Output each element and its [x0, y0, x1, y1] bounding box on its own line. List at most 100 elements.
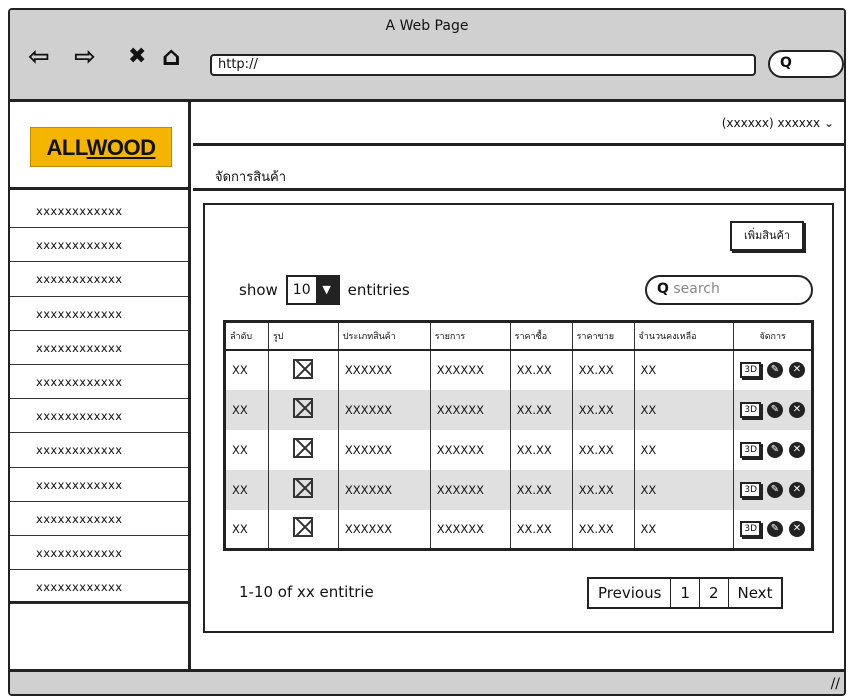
col-header[interactable]: ราคาขาย [571, 321, 635, 351]
table-cell: XX.XX [571, 469, 635, 510]
row-actions: 3D ✎ ✕ [733, 349, 813, 390]
close-icon[interactable]: ✖ [128, 44, 146, 70]
edit-icon[interactable]: ✎ [767, 481, 783, 498]
view-3d-button[interactable]: 3D [740, 441, 761, 458]
edit-icon[interactable]: ✎ [767, 401, 783, 418]
home-icon[interactable]: ⌂ [162, 44, 181, 70]
table-cell: XXXXXX [337, 389, 431, 430]
sidebar-menu: xxxxxxxxxxxx xxxxxxxxxxxx xxxxxxxxxxxx x… [10, 194, 188, 605]
table-cell: XX.XX [571, 389, 635, 430]
sidebar-item[interactable]: xxxxxxxxxxxx [10, 365, 188, 400]
edit-icon[interactable]: ✎ [767, 520, 783, 537]
sidebar-item[interactable]: xxxxxxxxxxxx [10, 570, 188, 605]
table-cell: XXXXXX [337, 349, 431, 390]
view-3d-button[interactable]: 3D [740, 520, 761, 537]
table-cell: XX.XX [509, 509, 573, 550]
breadcrumb: จัดการสินค้า [193, 149, 844, 191]
col-header[interactable]: จำนวนคงเหลือ [633, 321, 735, 351]
delete-icon[interactable]: ✕ [789, 441, 805, 458]
table-cell: XX.XX [571, 429, 635, 470]
page-length-select[interactable]: 10 ▼ [285, 275, 340, 305]
table-cell: XX [633, 429, 735, 470]
sidebar-item[interactable]: xxxxxxxxxxxx [10, 297, 188, 331]
table-cell: XX.XX [571, 349, 635, 390]
table-cell: XXXXXX [337, 509, 431, 550]
table-cell: XX [633, 389, 735, 430]
sidebar-item[interactable]: xxxxxxxxxxxx [10, 399, 188, 434]
chevron-down-icon: ⌄ [823, 116, 834, 130]
row-actions: 3D ✎ ✕ [733, 509, 813, 550]
view-3d-button[interactable]: 3D [740, 401, 761, 418]
page-length-control: show 10 ▼ entitries [239, 275, 410, 305]
table-cell: XXXXXX [429, 429, 511, 470]
edit-icon[interactable]: ✎ [767, 441, 783, 458]
col-header[interactable]: รูป [267, 321, 339, 351]
top-bar: (xxxxxx) xxxxxx ⌄ [193, 102, 844, 146]
sidebar-item[interactable]: xxxxxxxxxxxx [10, 194, 188, 229]
entries-count: 1-10 of xx entitrie [239, 583, 374, 601]
col-header[interactable]: รายการ [429, 321, 511, 351]
table-cell: XX.XX [509, 429, 573, 470]
product-image [267, 429, 339, 470]
table-cell: XX.XX [509, 389, 573, 430]
sidebar-item[interactable]: xxxxxxxxxxxx [10, 228, 188, 263]
row-actions: 3D ✎ ✕ [733, 469, 813, 510]
sidebar-item[interactable]: xxxxxxxxxxxx [10, 468, 188, 502]
content-panel: เพิ่มสินค้า show 10 ▼ entitries Q search… [203, 203, 834, 633]
table-cell: XXXXXX [337, 429, 431, 470]
table-cell: XXXXXX [429, 389, 511, 430]
browser-chrome: A Web Page ⇦ ⇨ ✖ ⌂ http:// Q [10, 10, 844, 102]
delete-icon[interactable]: ✕ [789, 362, 805, 378]
image-placeholder-icon [293, 438, 314, 458]
sidebar-item[interactable]: xxxxxxxxxxxx [10, 262, 188, 297]
next-button[interactable]: Next [729, 579, 782, 607]
search-input[interactable]: Q search [645, 275, 813, 305]
entries-label: entitries [347, 281, 410, 299]
image-placeholder-icon [293, 478, 314, 498]
table-cell: XX [224, 389, 269, 430]
pagination: Previous 1 2 Next [587, 577, 784, 609]
page-1-button[interactable]: 1 [671, 579, 700, 607]
sidebar-item[interactable]: xxxxxxxxxxxx [10, 433, 188, 468]
table-row: XX XXXXXX XXXXXX XX.XX XX.XX XX 3D ✎ ✕ [224, 389, 813, 430]
forward-icon[interactable]: ⇨ [74, 44, 96, 70]
window-title: A Web Page [385, 18, 469, 34]
sidebar-item[interactable]: xxxxxxxxxxxx [10, 331, 188, 365]
image-placeholder-icon [293, 398, 314, 418]
table-cell: XX.XX [571, 509, 635, 550]
address-bar[interactable]: http:// [210, 54, 756, 76]
resize-grip-icon[interactable]: // [831, 676, 840, 692]
product-table: ลำดับ รูป ประเภทสินค้า รายการ ราคาซื้อ ร… [223, 320, 814, 551]
table-cell: XX.XX [509, 469, 573, 510]
delete-icon[interactable]: ✕ [789, 520, 805, 537]
table-row: XX XXXXXX XXXXXX XX.XX XX.XX XX 3D ✎ ✕ [224, 469, 813, 510]
table-cell: XXXXXX [429, 349, 511, 390]
user-menu[interactable]: (xxxxxx) xxxxxx ⌄ [722, 116, 834, 130]
view-3d-button[interactable]: 3D [740, 481, 761, 498]
browser-window: A Web Page ⇦ ⇨ ✖ ⌂ http:// Q ALLWOOD xxx… [8, 8, 846, 696]
delete-icon[interactable]: ✕ [789, 481, 805, 498]
sidebar: ALLWOOD xxxxxxxxxxxx xxxxxxxxxxxx xxxxxx… [10, 102, 191, 669]
view-3d-button[interactable]: 3D [740, 362, 761, 378]
add-product-button[interactable]: เพิ่มสินค้า [730, 221, 804, 251]
col-header[interactable]: ประเภทสินค้า [337, 321, 431, 351]
browser-search-button[interactable]: Q [768, 50, 844, 78]
sidebar-item[interactable]: xxxxxxxxxxxx [10, 536, 188, 571]
table-cell: XX [224, 509, 269, 550]
product-image [267, 349, 339, 390]
search-icon: Q [780, 55, 792, 71]
delete-icon[interactable]: ✕ [789, 401, 805, 418]
page-2-button[interactable]: 2 [700, 579, 729, 607]
col-header[interactable]: ลำดับ [224, 321, 269, 351]
show-label: show [239, 281, 278, 299]
table-header: ลำดับ รูป ประเภทสินค้า รายการ ราคาซื้อ ร… [224, 321, 813, 351]
edit-icon[interactable]: ✎ [767, 362, 783, 378]
col-header[interactable]: ราคาซื้อ [509, 321, 573, 351]
sidebar-item[interactable]: xxxxxxxxxxxx [10, 502, 188, 536]
col-header: จัดการ [733, 321, 813, 351]
logo[interactable]: ALLWOOD [30, 127, 172, 167]
product-image [267, 389, 339, 430]
previous-button[interactable]: Previous [589, 579, 672, 607]
table-cell: XXXXXX [337, 469, 431, 510]
back-icon[interactable]: ⇦ [28, 44, 50, 70]
